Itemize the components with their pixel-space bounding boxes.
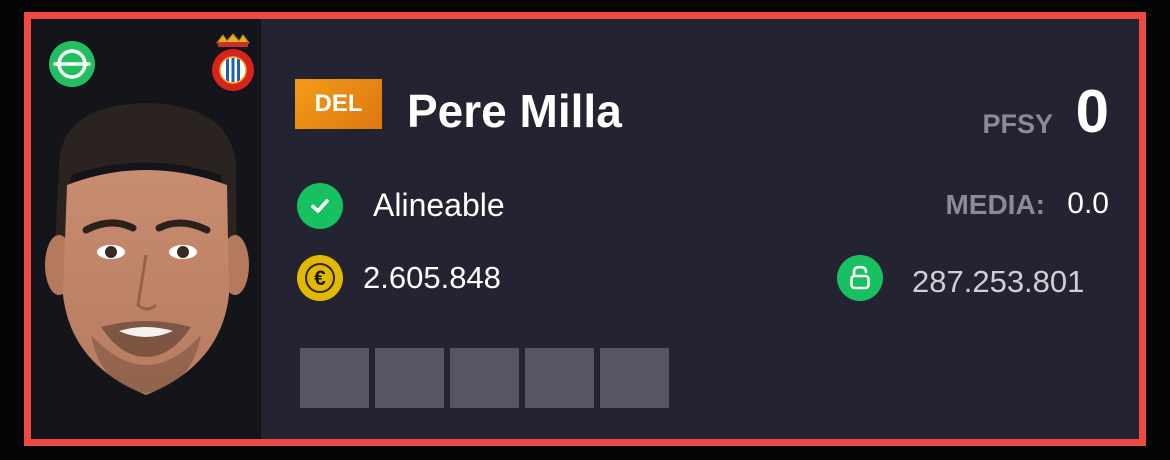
form-box	[600, 348, 669, 408]
form-box	[525, 348, 594, 408]
player-name[interactable]: Pere Milla	[407, 83, 622, 139]
media-label: MEDIA:	[945, 189, 1045, 220]
market-value: 2.605.848	[363, 260, 501, 295]
checkmark-icon	[297, 183, 343, 229]
player-card[interactable]: DEL Pere Milla PFSY 0 Alineable MEDIA: 0…	[24, 12, 1146, 446]
position-tag: DEL	[295, 79, 382, 129]
availability-status: Alineable	[373, 187, 505, 223]
svg-text:€: €	[314, 267, 326, 290]
pfsy-points: 0	[1075, 78, 1109, 145]
pfsy-label: PFSY	[982, 109, 1053, 139]
player-photo-panel	[31, 19, 261, 439]
form-box	[450, 348, 519, 408]
release-clause: 287.253.801	[912, 264, 1085, 299]
position-circle-icon	[49, 41, 95, 87]
euro-coin-icon: €	[297, 255, 343, 301]
player-face-photo	[45, 103, 249, 395]
club-crest-icon	[212, 33, 254, 91]
form-box	[300, 348, 369, 408]
unlock-icon[interactable]	[837, 255, 883, 301]
media-value: 0.0	[1067, 187, 1109, 220]
form-box	[375, 348, 444, 408]
form-boxes	[300, 348, 669, 408]
